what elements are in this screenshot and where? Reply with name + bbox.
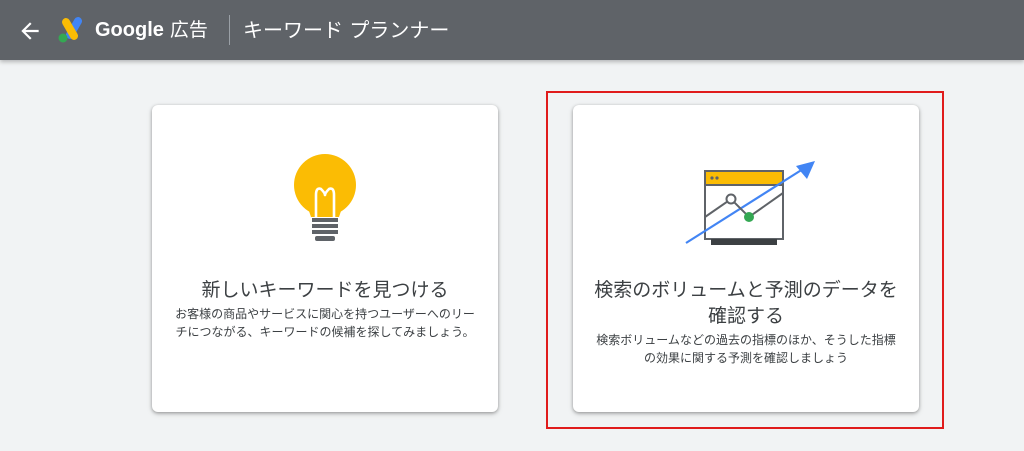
- top-app-bar: Google 広告 キーワード プランナー: [0, 0, 1024, 60]
- discover-keywords-card[interactable]: 新しいキーワードを見つける お客様の商品やサービスに関心を持つユーザーへのリーチ…: [152, 105, 498, 412]
- brand-product: 広告: [169, 19, 208, 41]
- lightbulb-icon: [294, 154, 356, 241]
- brand-title: Google 広告: [95, 16, 208, 44]
- card-title: 新しいキーワードを見つける: [201, 279, 449, 301]
- arrow-back-icon[interactable]: [17, 18, 43, 44]
- brand-name: Google: [95, 19, 164, 41]
- google-ads-logo-icon: [58, 17, 82, 43]
- card-description: お客様の商品やサービスに関心を持つユーザーへのリーチにつながる、キーワードの候補…: [175, 307, 475, 339]
- highlight-frame: [546, 91, 944, 429]
- page-title: キーワード プランナー: [243, 18, 450, 42]
- header-divider: [229, 15, 230, 45]
